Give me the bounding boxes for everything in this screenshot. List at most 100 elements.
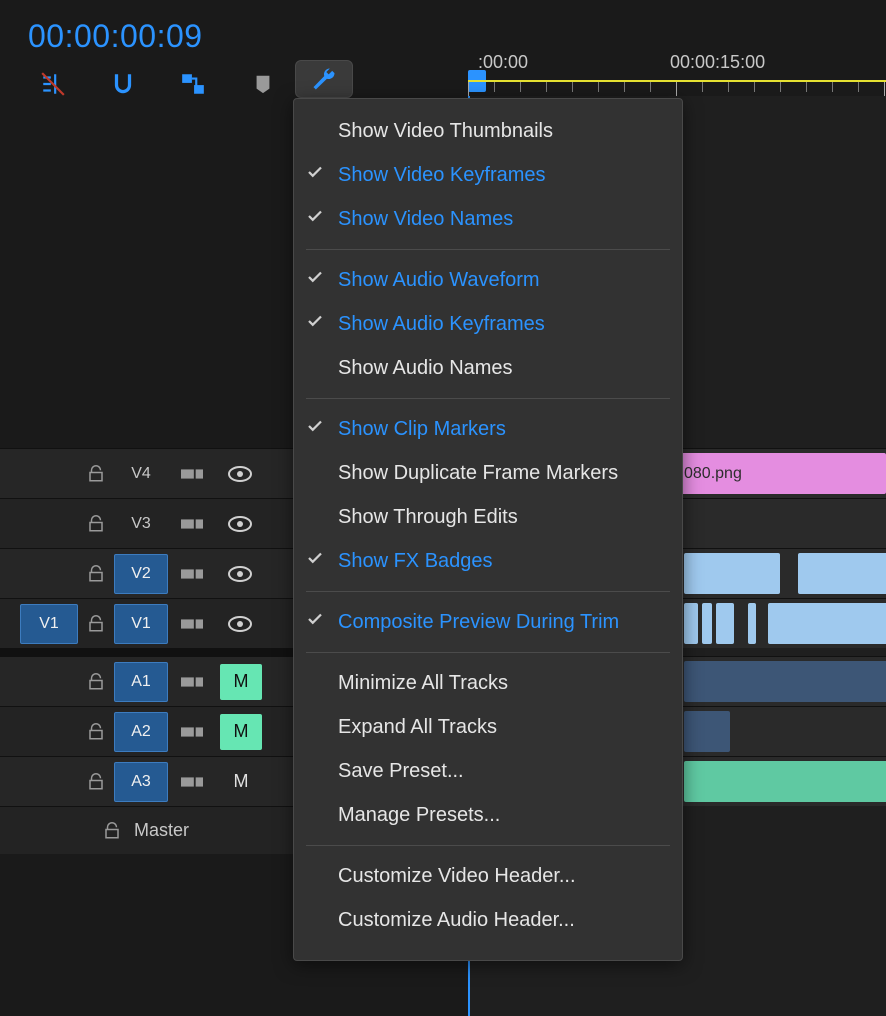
current-timecode[interactable]: 00:00:00:09	[28, 18, 203, 55]
clip[interactable]	[748, 603, 756, 644]
menu-item-show-video-keyframes[interactable]: Show Video Keyframes	[294, 153, 682, 197]
marker-icon[interactable]	[248, 69, 278, 99]
target-patch[interactable]: V1	[114, 604, 168, 644]
check-icon	[306, 549, 324, 573]
time-ruler[interactable]: :00:00 00:00:15:00	[468, 52, 886, 96]
timeline-display-settings-menu: Show Video Thumbnails Show Video Keyfram…	[293, 98, 683, 961]
snap-icon[interactable]	[108, 69, 138, 99]
menu-item-expand-all-tracks[interactable]: Expand All Tracks	[294, 705, 682, 749]
menu-item-manage-presets[interactable]: Manage Presets...	[294, 793, 682, 837]
clip[interactable]	[702, 603, 712, 644]
source-patch[interactable]	[20, 504, 78, 544]
check-icon	[306, 417, 324, 441]
check-icon	[306, 207, 324, 231]
source-patch[interactable]	[20, 454, 78, 494]
lock-icon[interactable]	[78, 723, 114, 741]
check-icon	[306, 268, 324, 292]
lock-icon[interactable]	[78, 515, 114, 533]
menu-item-show-duplicate-frame-markers[interactable]: Show Duplicate Frame Markers	[294, 451, 682, 495]
mute-button[interactable]: M	[220, 714, 262, 750]
menu-item-label: Customize Audio Header...	[338, 909, 575, 932]
menu-item-label: Show Audio Names	[338, 357, 513, 380]
menu-item-label: Show Video Thumbnails	[338, 120, 553, 143]
menu-item-show-through-edits[interactable]: Show Through Edits	[294, 495, 682, 539]
clip[interactable]	[684, 711, 730, 752]
clip[interactable]	[716, 603, 734, 644]
sync-lock-icon[interactable]	[168, 616, 216, 632]
lock-icon[interactable]	[78, 673, 114, 691]
sync-lock-icon[interactable]	[168, 466, 216, 482]
sync-lock-icon[interactable]	[168, 674, 216, 690]
ruler-tick-label: 00:00:15:00	[670, 52, 765, 73]
ruler-ticks	[468, 80, 886, 96]
mute-button[interactable]: M	[220, 664, 262, 700]
clip[interactable]	[684, 661, 886, 702]
toggle-track-output-icon[interactable]	[216, 616, 264, 632]
target-patch[interactable]: A2	[114, 712, 168, 752]
source-patch[interactable]	[20, 554, 78, 594]
check-icon	[306, 312, 324, 336]
clip[interactable]	[798, 553, 886, 594]
menu-item-customize-audio-header[interactable]: Customize Audio Header...	[294, 898, 682, 942]
menu-item-customize-video-header[interactable]: Customize Video Header...	[294, 854, 682, 898]
clip[interactable]	[684, 553, 780, 594]
menu-item-label: Minimize All Tracks	[338, 672, 508, 695]
menu-item-label: Show Clip Markers	[338, 418, 506, 441]
menu-item-show-clip-markers[interactable]: Show Clip Markers	[294, 407, 682, 451]
menu-separator	[306, 652, 670, 653]
clip[interactable]	[684, 761, 886, 802]
toggle-track-output-icon[interactable]	[216, 466, 264, 482]
menu-item-show-fx-badges[interactable]: Show FX Badges	[294, 539, 682, 583]
lock-icon[interactable]	[78, 565, 114, 583]
menu-item-show-video-names[interactable]: Show Video Names	[294, 197, 682, 241]
menu-item-label: Show Through Edits	[338, 506, 518, 529]
menu-item-label: Show Audio Waveform	[338, 269, 540, 292]
menu-item-save-preset[interactable]: Save Preset...	[294, 749, 682, 793]
menu-item-label: Save Preset...	[338, 760, 464, 783]
timeline-toolbar	[38, 64, 278, 104]
menu-separator	[306, 845, 670, 846]
lock-icon[interactable]	[78, 773, 114, 791]
menu-item-label: Expand All Tracks	[338, 716, 497, 739]
lock-icon[interactable]	[78, 615, 114, 633]
source-patch[interactable]	[20, 712, 78, 752]
clip[interactable]	[768, 603, 886, 644]
sync-lock-icon[interactable]	[168, 724, 216, 740]
menu-item-show-audio-names[interactable]: Show Audio Names	[294, 346, 682, 390]
check-icon	[306, 610, 324, 634]
clip-label: 080.png	[684, 465, 742, 483]
target-patch[interactable]: V3	[114, 504, 168, 544]
lock-icon[interactable]	[94, 822, 130, 840]
menu-item-label: Show Audio Keyframes	[338, 313, 545, 336]
target-patch[interactable]: A1	[114, 662, 168, 702]
linked-selection-icon[interactable]	[178, 69, 208, 99]
menu-item-label: Customize Video Header...	[338, 865, 576, 888]
clip[interactable]	[684, 603, 698, 644]
sync-lock-icon[interactable]	[168, 774, 216, 790]
target-patch[interactable]: A3	[114, 762, 168, 802]
timeline-display-settings-button[interactable]	[295, 60, 353, 98]
menu-item-show-audio-keyframes[interactable]: Show Audio Keyframes	[294, 302, 682, 346]
source-patch[interactable]	[20, 662, 78, 702]
insert-overwrite-icon[interactable]	[38, 69, 68, 99]
menu-item-show-video-thumbnails[interactable]: Show Video Thumbnails	[294, 109, 682, 153]
menu-item-show-audio-waveform[interactable]: Show Audio Waveform	[294, 258, 682, 302]
menu-item-composite-preview-during-trim[interactable]: Composite Preview During Trim	[294, 600, 682, 644]
lock-icon[interactable]	[78, 465, 114, 483]
menu-item-label: Show Video Names	[338, 208, 513, 231]
target-patch[interactable]: V4	[114, 454, 168, 494]
target-patch[interactable]: V2	[114, 554, 168, 594]
menu-item-minimize-all-tracks[interactable]: Minimize All Tracks	[294, 661, 682, 705]
sync-lock-icon[interactable]	[168, 516, 216, 532]
source-patch[interactable]: V1	[20, 604, 78, 644]
check-icon	[306, 163, 324, 187]
master-track-label: Master	[134, 820, 189, 841]
toggle-track-output-icon[interactable]	[216, 566, 264, 582]
toggle-track-output-icon[interactable]	[216, 516, 264, 532]
menu-item-label: Show FX Badges	[338, 550, 493, 573]
menu-item-label: Show Duplicate Frame Markers	[338, 462, 618, 485]
menu-item-label: Show Video Keyframes	[338, 164, 546, 187]
mute-button[interactable]: M	[220, 764, 262, 800]
source-patch[interactable]	[20, 762, 78, 802]
sync-lock-icon[interactable]	[168, 566, 216, 582]
